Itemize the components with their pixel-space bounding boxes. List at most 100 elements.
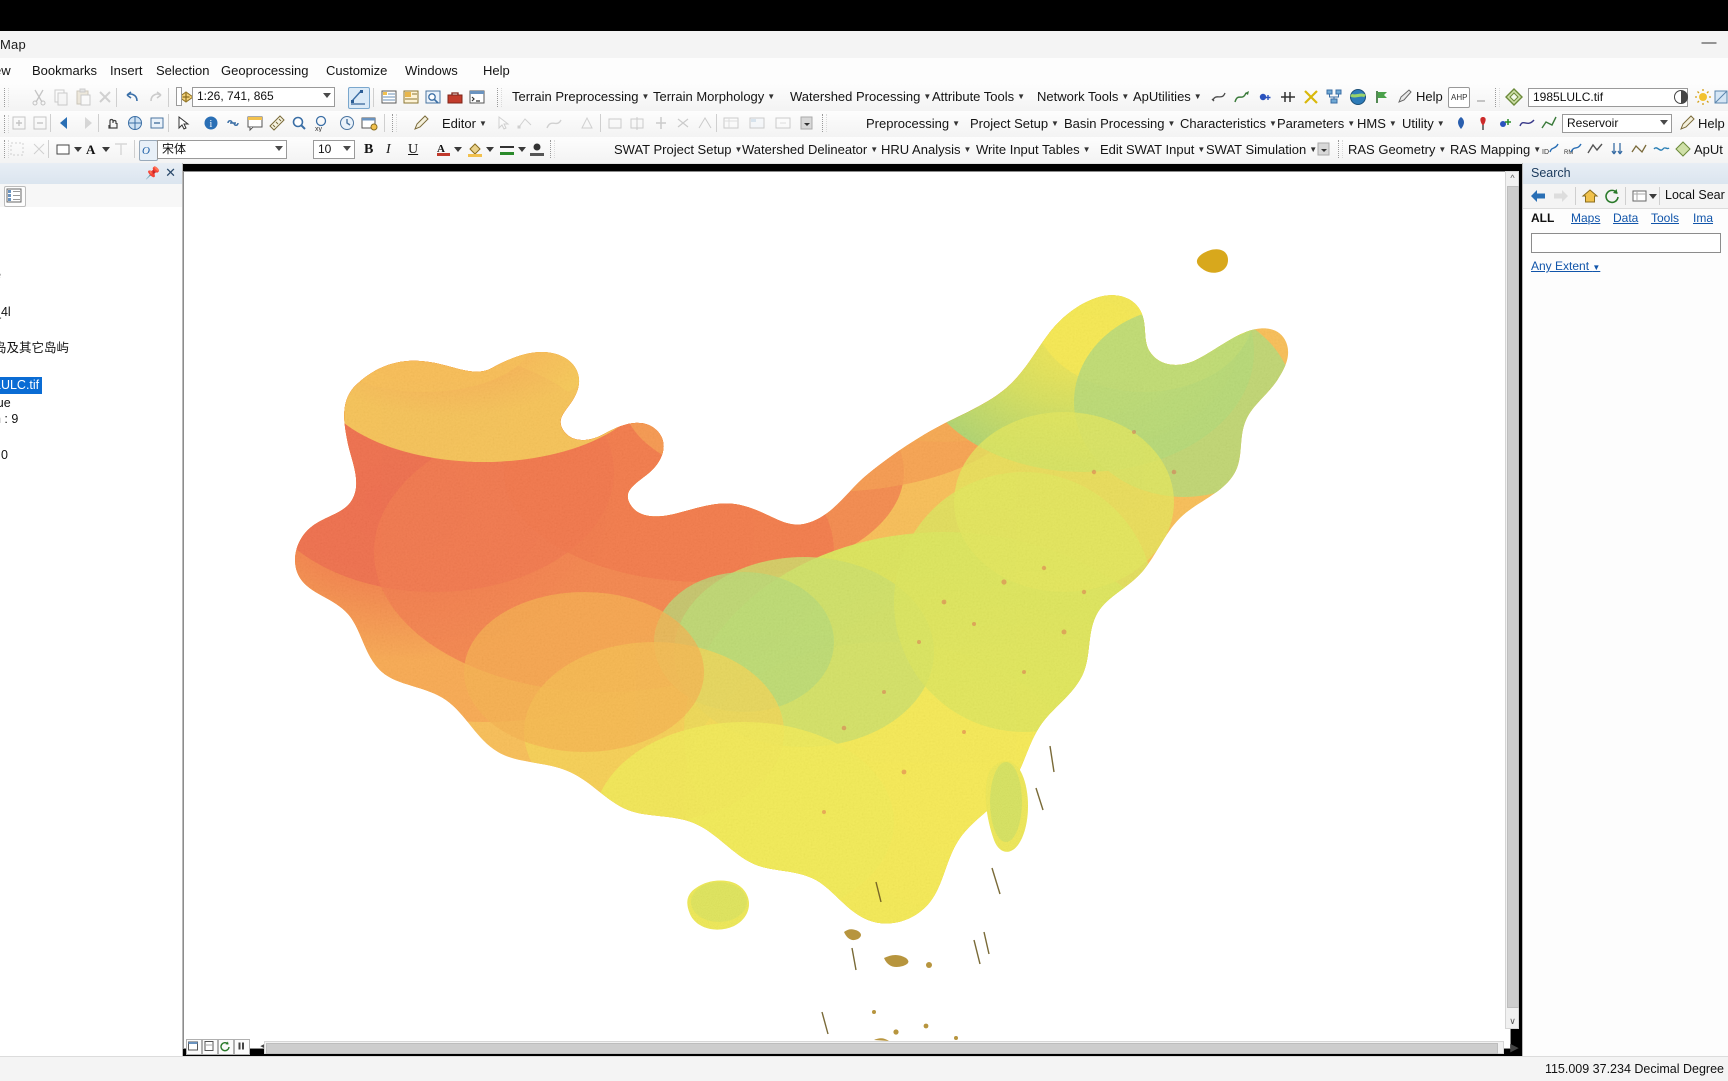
scroll-right-icon[interactable]: ▶	[1508, 1042, 1521, 1055]
menu-item-windows[interactable]: Windows	[399, 62, 464, 80]
menu-item-customize[interactable]: Customize	[320, 62, 393, 80]
merge-icon[interactable]	[652, 114, 670, 132]
scale-combobox[interactable]: 1:26, 741, 865	[192, 87, 335, 107]
stream-edit-icon[interactable]	[1540, 114, 1558, 132]
scroll-down-icon[interactable]: ∨	[1508, 1017, 1517, 1026]
python-window-icon[interactable]	[468, 88, 486, 106]
tab-data[interactable]: Data	[1613, 211, 1638, 225]
font-color-icon[interactable]: A	[435, 140, 453, 158]
html-popup-icon[interactable]	[246, 114, 264, 132]
toolbar-gripper[interactable]	[497, 88, 502, 107]
list-by-drawing-order-icon[interactable]	[4, 186, 26, 207]
menu-item-help[interactable]: Help	[477, 62, 516, 80]
back-arrow-icon[interactable]	[1528, 187, 1548, 205]
reservoir-combo[interactable]: Reservoir	[1562, 114, 1672, 133]
italic-button[interactable]: I	[386, 141, 391, 159]
menu-aputilities[interactable]: ApUtilities ▼	[1133, 88, 1202, 106]
search-window-icon[interactable]	[424, 88, 442, 106]
line-color-icon[interactable]	[498, 140, 516, 158]
toolbar-gripper[interactable]	[4, 115, 9, 133]
toolbar-overflow-icon[interactable]	[800, 114, 814, 132]
scroll-up-icon[interactable]: ^	[1508, 174, 1517, 183]
tab-all[interactable]: ALL	[1531, 211, 1554, 225]
ahp-icon[interactable]: AHP	[1448, 87, 1470, 108]
edit-vertices-icon[interactable]	[348, 87, 370, 109]
new-text-icon[interactable]	[112, 140, 130, 158]
menu-write-input-tables[interactable]: Write Input Tables ▼	[976, 141, 1091, 159]
trace-icon[interactable]	[545, 114, 563, 132]
add-point-icon[interactable]	[1496, 114, 1514, 132]
draw-rotate-icon[interactable]	[30, 140, 48, 158]
menu-swat-project-setup[interactable]: SWAT Project Setup ▼	[614, 141, 742, 159]
refresh-view-button[interactable]	[218, 1039, 234, 1055]
menu-item-view[interactable]: ew	[0, 62, 17, 80]
select-arrow-icon[interactable]	[174, 114, 192, 132]
menu-item-geoprocessing[interactable]: Geoprocessing	[215, 62, 314, 80]
time-slider-icon[interactable]	[338, 114, 356, 132]
chevron-down-icon[interactable]	[323, 93, 331, 98]
layer-diamond-icon[interactable]	[1504, 87, 1524, 107]
chevron-down-icon[interactable]	[343, 146, 351, 151]
search-input[interactable]	[1531, 233, 1721, 253]
line-color-dropdown-arrow[interactable]	[518, 147, 526, 152]
forward-extent-icon[interactable]	[78, 114, 96, 132]
minimize-toolbar-icon[interactable]	[1472, 88, 1490, 106]
menu-terrain-preprocessing[interactable]: Terrain Preprocessing ▼	[512, 88, 649, 106]
attributes-table-icon[interactable]	[722, 114, 740, 132]
toolbar-gripper[interactable]	[1495, 88, 1500, 107]
create-viewer-icon[interactable]	[360, 114, 378, 132]
copy-icon[interactable]	[52, 88, 70, 106]
edit-vertices-tool-icon[interactable]	[516, 114, 534, 132]
attribute-window-icon[interactable]	[748, 114, 766, 132]
intersect-icon[interactable]	[1302, 88, 1320, 106]
layout-view-button[interactable]	[202, 1039, 218, 1055]
home-icon[interactable]	[1581, 187, 1599, 205]
map-horizontal-scrollbar[interactable]	[264, 1041, 1504, 1054]
zoom-out-icon[interactable]	[31, 114, 49, 132]
menu-parameters[interactable]: Parameters ▼	[1277, 115, 1355, 133]
flag-icon[interactable]	[1373, 88, 1391, 106]
refresh-icon[interactable]	[1603, 187, 1621, 205]
ras-rm-icon[interactable]: RM	[1564, 140, 1582, 158]
tab-maps[interactable]: Maps	[1571, 211, 1600, 225]
editor-menu[interactable]: Editor ▼	[442, 115, 487, 133]
go-to-xy-icon[interactable]: xy	[312, 114, 330, 132]
back-extent-icon[interactable]	[56, 114, 74, 132]
menu-hms[interactable]: HMS ▼	[1357, 115, 1397, 133]
construction-icon[interactable]	[578, 114, 596, 132]
toc-item-layer-2[interactable]: _4l	[0, 304, 11, 321]
menu-watershed-processing[interactable]: Watershed Processing ▼	[790, 88, 931, 106]
text-dropdown-arrow[interactable]	[102, 147, 110, 152]
pin-point-icon[interactable]	[1474, 114, 1492, 132]
toolbar-gripper[interactable]	[822, 114, 827, 132]
rotate-icon[interactable]	[674, 114, 692, 132]
toolbar-gripper[interactable]	[550, 140, 555, 158]
menu-basin-processing[interactable]: Basin Processing ▼	[1064, 115, 1175, 133]
hms-pencil-icon[interactable]	[1678, 114, 1696, 132]
map-vertical-scrollbar[interactable]: ^ ∨	[1505, 171, 1519, 1029]
menu-attribute-tools[interactable]: Attribute Tools ▼	[932, 88, 1025, 106]
undo-icon[interactable]	[124, 88, 142, 106]
toc-item-layer-1985lulc[interactable]: LULC.tif	[0, 377, 43, 394]
measure-icon[interactable]	[268, 114, 286, 132]
pause-drawing-button[interactable]	[234, 1039, 250, 1055]
delete-icon[interactable]	[96, 88, 114, 106]
underline-button[interactable]: U	[408, 141, 418, 159]
vertical-scroll-thumb[interactable]	[1507, 186, 1519, 1008]
ras-profile-icon[interactable]	[1586, 140, 1604, 158]
draw-rectangle-icon[interactable]	[54, 140, 72, 158]
ras-water-icon[interactable]	[1652, 140, 1670, 158]
draw-shape-dropdown-arrow[interactable]	[74, 147, 82, 152]
tab-images[interactable]: Ima	[1693, 211, 1713, 225]
split-polygon-icon[interactable]	[628, 114, 646, 132]
close-icon[interactable]: ✕	[165, 165, 176, 181]
menu-watershed-delineator[interactable]: Watershed Delineator ▼	[742, 141, 878, 159]
chevron-down-icon[interactable]	[275, 146, 283, 151]
full-extent-icon[interactable]	[126, 114, 144, 132]
toolbox-icon[interactable]	[446, 88, 464, 106]
aputilities-label[interactable]: ApUt	[1694, 141, 1723, 159]
rectangle-icon[interactable]	[606, 114, 624, 132]
menu-network-tools[interactable]: Network Tools ▼	[1037, 88, 1129, 106]
fill-color-icon[interactable]	[466, 140, 484, 158]
pin-icon[interactable]: 📌	[145, 166, 160, 180]
